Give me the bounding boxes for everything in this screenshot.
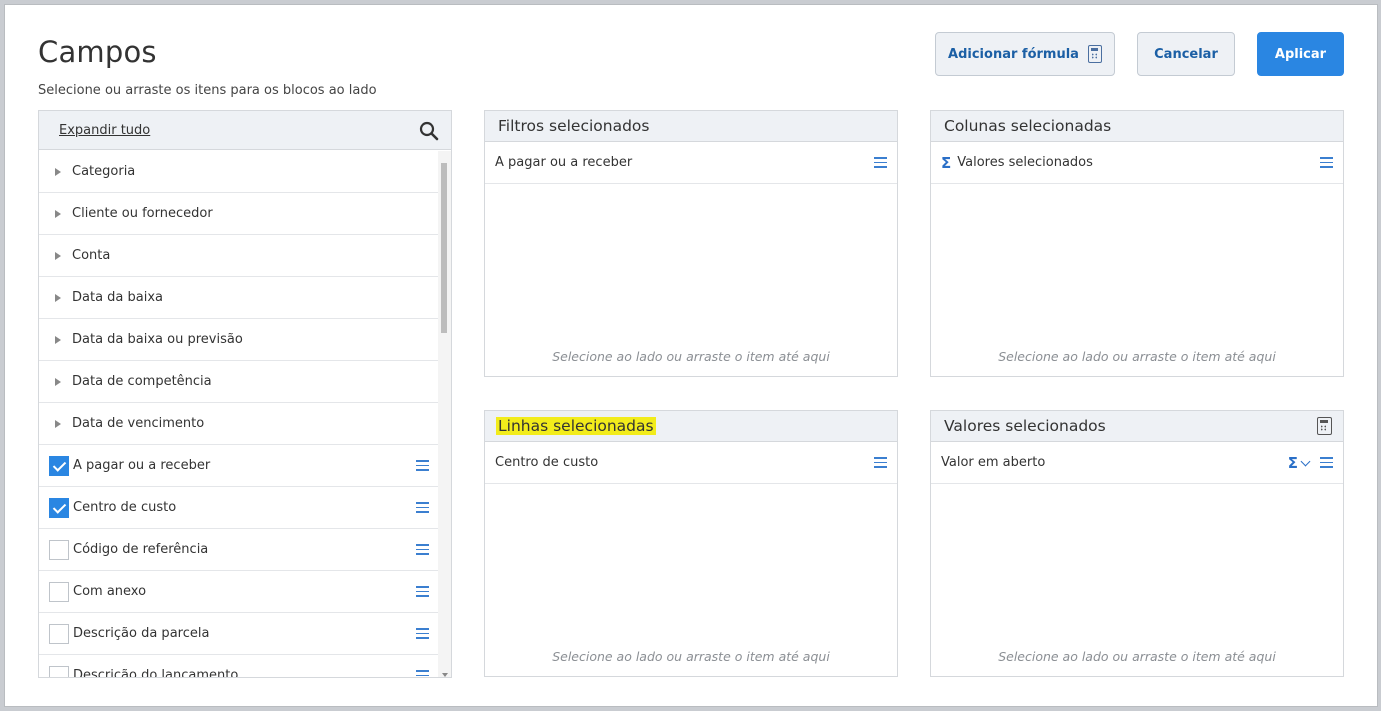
columns-box[interactable]: Colunas selecionadas Σ Valores seleciona…	[930, 110, 1344, 377]
filter-item[interactable]: A pagar ou a receber	[485, 142, 897, 184]
field-group-data-competencia[interactable]: Data de competência	[39, 361, 439, 403]
rows-box-title: Linhas selecionadas	[496, 417, 656, 435]
scroll-down-icon[interactable]	[442, 673, 448, 677]
fields-panel-header: Expandir tudo	[39, 111, 451, 150]
caret-right-icon	[55, 251, 61, 260]
fields-panel: Expandir tudo Categoria Cliente ou forne…	[38, 110, 452, 678]
add-formula-button[interactable]: Adicionar fórmula	[935, 32, 1115, 76]
drag-handle-icon[interactable]	[416, 502, 429, 513]
column-item-label: Valores selecionados	[957, 155, 1093, 170]
field-group-label: Data de vencimento	[72, 416, 205, 431]
drag-handle-icon[interactable]	[874, 157, 887, 168]
values-box[interactable]: Valores selecionados Valor em aberto Σ S…	[930, 410, 1344, 677]
filters-drop-hint: Selecione ao lado ou arraste o item até …	[552, 349, 830, 364]
field-item-com-anexo[interactable]: Com anexo	[39, 571, 439, 613]
field-item-descricao-lancamento[interactable]: Descrição do lançamento	[39, 655, 439, 678]
apply-button[interactable]: Aplicar	[1257, 32, 1344, 76]
field-group-label: Cliente ou fornecedor	[72, 206, 213, 221]
sigma-icon: Σ	[1287, 454, 1298, 472]
field-group-data-vencimento[interactable]: Data de vencimento	[39, 403, 439, 445]
columns-box-header: Colunas selecionadas	[931, 111, 1343, 142]
drag-handle-icon[interactable]	[1320, 457, 1333, 468]
field-item-descricao-parcela[interactable]: Descrição da parcela	[39, 613, 439, 655]
sigma-icon: Σ	[941, 153, 952, 172]
expand-all-link[interactable]: Expandir tudo	[59, 123, 150, 138]
search-icon[interactable]	[419, 121, 439, 141]
drag-handle-icon[interactable]	[874, 457, 887, 468]
add-formula-label: Adicionar fórmula	[948, 46, 1079, 62]
row-item[interactable]: Centro de custo	[485, 442, 897, 484]
checkbox-unchecked[interactable]	[49, 665, 69, 677]
caret-right-icon	[55, 419, 61, 428]
caret-right-icon	[55, 209, 61, 218]
field-group-cliente-fornecedor[interactable]: Cliente ou fornecedor	[39, 193, 439, 235]
checkbox-unchecked[interactable]	[49, 581, 69, 602]
calculator-icon[interactable]	[1317, 417, 1332, 435]
checkbox-unchecked[interactable]	[49, 623, 69, 644]
calculator-icon	[1087, 45, 1102, 63]
field-group-categoria[interactable]: Categoria	[39, 151, 439, 193]
page-title: Campos	[38, 35, 157, 69]
drag-handle-icon[interactable]	[416, 628, 429, 639]
drag-handle-icon[interactable]	[416, 670, 429, 677]
checkbox-checked[interactable]	[49, 497, 69, 518]
field-item-centro-custo[interactable]: Centro de custo	[39, 487, 439, 529]
filters-box-title: Filtros selecionados	[498, 117, 650, 135]
field-group-data-baixa[interactable]: Data da baixa	[39, 277, 439, 319]
page-subtitle: Selecione ou arraste os itens para os bl…	[38, 83, 377, 98]
caret-right-icon	[55, 335, 61, 344]
chevron-down-icon	[1300, 456, 1311, 466]
column-item[interactable]: Σ Valores selecionados	[931, 142, 1343, 184]
value-item[interactable]: Valor em aberto Σ	[931, 442, 1343, 484]
field-item-label: Descrição da parcela	[73, 626, 210, 641]
values-drop-hint: Selecione ao lado ou arraste o item até …	[998, 649, 1276, 664]
rows-box-header: Linhas selecionadas	[485, 411, 897, 442]
fields-modal: Campos Selecione ou arraste os itens par…	[4, 4, 1378, 707]
filters-box[interactable]: Filtros selecionados A pagar ou a recebe…	[484, 110, 898, 377]
checkbox-checked[interactable]	[49, 455, 69, 476]
value-item-label: Valor em aberto	[941, 455, 1046, 470]
caret-right-icon	[55, 293, 61, 302]
checkbox-unchecked[interactable]	[49, 539, 69, 560]
field-item-a-pagar-receber[interactable]: A pagar ou a receber	[39, 445, 439, 487]
field-group-label: Data da baixa ou previsão	[72, 332, 243, 347]
columns-drop-hint: Selecione ao lado ou arraste o item até …	[998, 349, 1276, 364]
field-item-codigo-referencia[interactable]: Código de referência	[39, 529, 439, 571]
rows-drop-hint: Selecione ao lado ou arraste o item até …	[552, 649, 830, 664]
caret-right-icon	[55, 167, 61, 176]
values-box-header: Valores selecionados	[931, 411, 1343, 442]
drag-handle-icon[interactable]	[1320, 157, 1333, 168]
filters-box-header: Filtros selecionados	[485, 111, 897, 142]
columns-box-title: Colunas selecionadas	[944, 117, 1112, 135]
field-item-label: Com anexo	[73, 584, 147, 599]
field-group-data-baixa-previsao[interactable]: Data da baixa ou previsão	[39, 319, 439, 361]
field-item-label: Código de referência	[73, 542, 209, 557]
field-item-label: A pagar ou a receber	[73, 458, 211, 473]
drag-handle-icon[interactable]	[416, 460, 429, 471]
field-item-label: Centro de custo	[73, 500, 177, 515]
field-group-label: Conta	[72, 248, 111, 263]
values-box-title: Valores selecionados	[944, 417, 1106, 435]
field-group-conta[interactable]: Conta	[39, 235, 439, 277]
field-group-label: Data de competência	[72, 374, 212, 389]
aggregation-dropdown[interactable]: Σ	[1287, 454, 1311, 472]
field-item-label: Descrição do lançamento	[73, 668, 239, 678]
caret-right-icon	[55, 377, 61, 386]
fields-scrollbar[interactable]	[438, 151, 451, 677]
drag-handle-icon[interactable]	[416, 586, 429, 597]
field-group-label: Categoria	[72, 164, 136, 179]
field-group-label: Data da baixa	[72, 290, 164, 305]
drag-handle-icon[interactable]	[416, 544, 429, 555]
field-list: Categoria Cliente ou fornecedor Conta Da…	[39, 151, 439, 678]
row-item-label: Centro de custo	[495, 455, 599, 470]
filter-item-label: A pagar ou a receber	[495, 155, 633, 170]
rows-box[interactable]: Linhas selecionadas Centro de custo Sele…	[484, 410, 898, 677]
cancel-button[interactable]: Cancelar	[1137, 32, 1235, 76]
scroll-thumb[interactable]	[441, 163, 447, 333]
